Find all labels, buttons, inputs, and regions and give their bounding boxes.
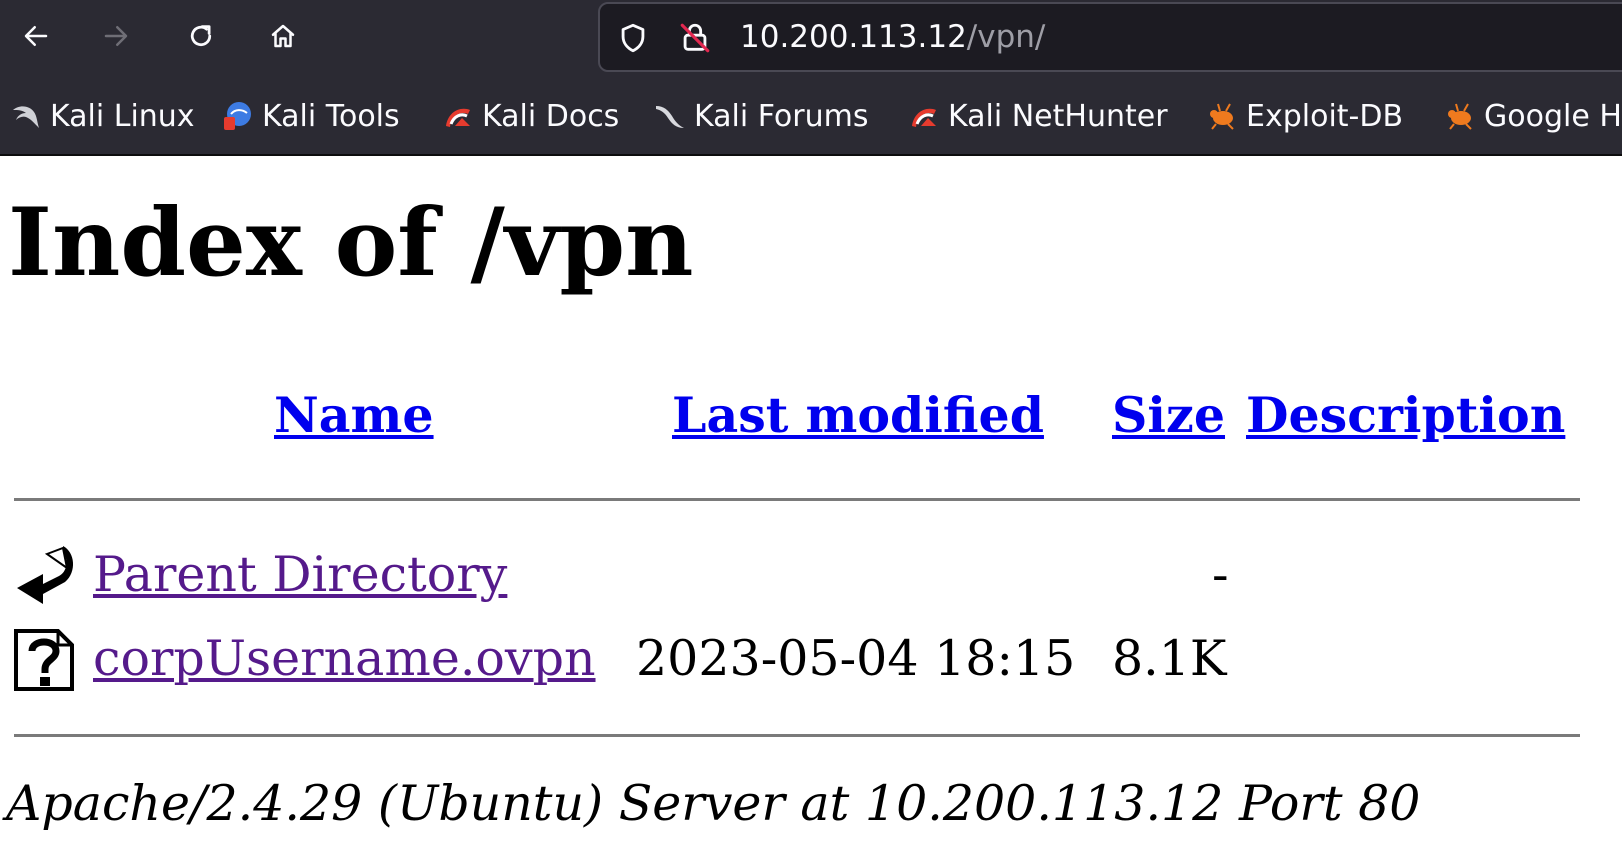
bookmark-label: Google H	[1484, 98, 1622, 134]
column-header-last-modified[interactable]: Last modified	[672, 385, 1044, 445]
bookmarks-toolbar: Kali Linux Kali Tools Kali Docs Kali For…	[0, 78, 1622, 156]
bookmark-kali-tools[interactable]: Kali Tools	[222, 78, 400, 154]
kali-docs-icon	[442, 100, 474, 132]
url-path: /vpn/	[966, 19, 1046, 55]
kali-tools-icon	[222, 100, 254, 132]
bookmark-google-hacking[interactable]: Google H	[1444, 78, 1622, 154]
kali-nethunter-icon	[908, 100, 940, 132]
row-last-modified: 2023-05-04 18:15	[636, 630, 1076, 687]
file-link-corpusername-ovpn[interactable]: corpUsername.ovpn	[93, 629, 596, 689]
row-size: 8.1K	[1112, 630, 1227, 687]
home-button[interactable]	[261, 14, 305, 58]
bookmark-exploit-db[interactable]: Exploit-DB	[1206, 78, 1403, 154]
bookmark-kali-docs[interactable]: Kali Docs	[442, 78, 619, 154]
home-icon	[271, 24, 295, 48]
exploit-db-icon	[1206, 100, 1238, 132]
column-header-name[interactable]: Name	[274, 385, 434, 445]
reload-button[interactable]	[179, 14, 223, 58]
back-arrow-nav-icon	[24, 26, 48, 46]
insecure-lock-icon[interactable]	[678, 21, 712, 55]
kali-dragon-icon	[10, 100, 42, 132]
back-button[interactable]	[14, 14, 58, 58]
unknown-file-icon	[12, 627, 76, 691]
bookmark-kali-forums[interactable]: Kali Forums	[654, 78, 868, 154]
row-size: -	[1212, 546, 1229, 603]
url-bar[interactable]: 10.200.113.12/vpn/	[598, 2, 1622, 72]
forward-arrow-icon	[104, 26, 128, 46]
reload-icon	[190, 25, 212, 47]
bookmark-kali-linux[interactable]: Kali Linux	[10, 78, 195, 154]
column-header-description[interactable]: Description	[1246, 385, 1565, 445]
header-divider	[14, 498, 1580, 501]
browser-toolbar: 10.200.113.12/vpn/	[0, 0, 1622, 78]
bookmark-label: Kali Linux	[50, 98, 195, 134]
google-hacking-icon	[1444, 100, 1476, 132]
bookmark-label: Kali NetHunter	[948, 98, 1168, 134]
forward-button[interactable]	[94, 14, 138, 58]
bookmark-label: Kali Forums	[694, 98, 869, 134]
shield-icon[interactable]	[616, 21, 650, 55]
parent-directory-link[interactable]: Parent Directory	[93, 545, 507, 605]
bookmark-label: Kali Tools	[262, 98, 400, 134]
column-header-size[interactable]: Size	[1112, 385, 1225, 445]
bookmark-kali-nethunter[interactable]: Kali NetHunter	[908, 78, 1168, 154]
footer-divider	[14, 734, 1580, 737]
kali-forums-icon	[654, 100, 686, 132]
page-title: Index of /vpn	[8, 188, 694, 298]
url-host: 10.200.113.12	[740, 19, 967, 55]
url-text[interactable]: 10.200.113.12/vpn/	[740, 4, 1045, 70]
bookmark-label: Kali Docs	[482, 98, 620, 134]
back-arrow-icon	[13, 542, 77, 606]
server-signature: Apache/2.4.29 (Ubuntu) Server at 10.200.…	[6, 775, 1421, 832]
bookmark-label: Exploit-DB	[1246, 98, 1404, 134]
